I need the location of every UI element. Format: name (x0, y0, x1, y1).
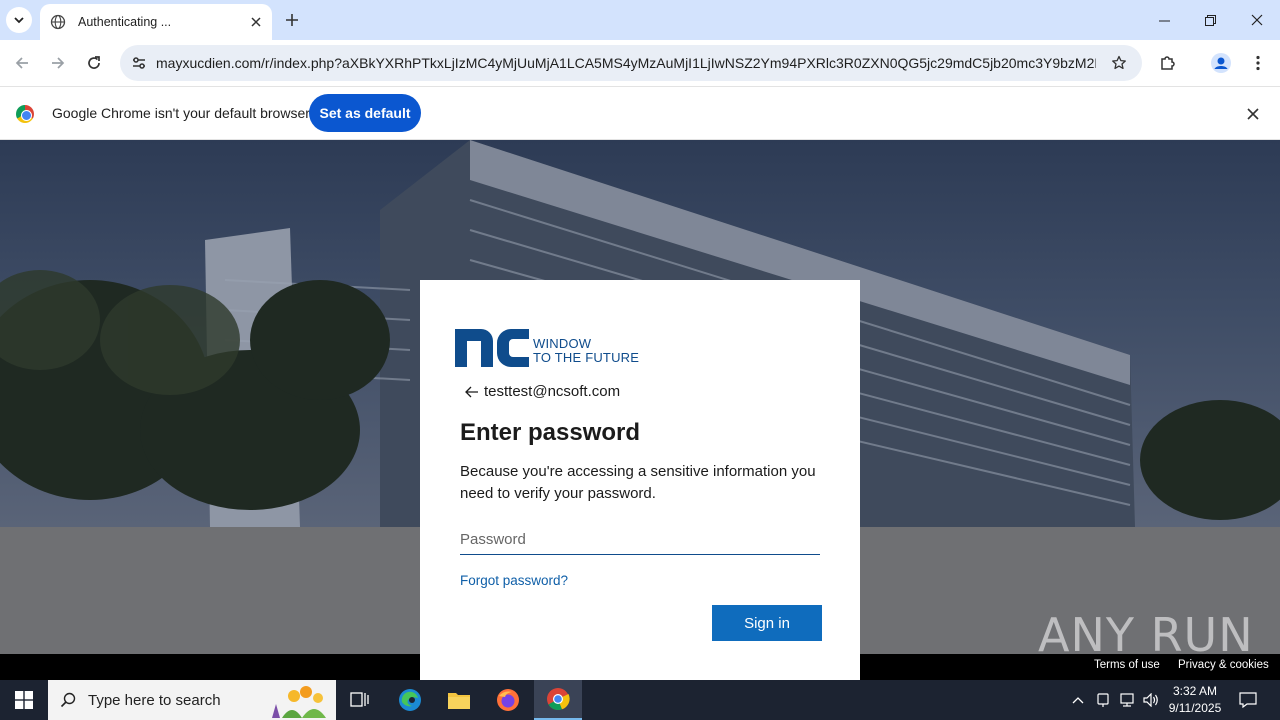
site-info-button[interactable] (122, 48, 156, 78)
default-browser-infobar: Google Chrome isn't your default browser… (0, 86, 1280, 140)
minimize-icon (1158, 20, 1170, 21)
clock-time: 3:32 AM (1172, 684, 1218, 698)
arrow-left-icon (15, 57, 28, 69)
logo-tagline-line2: TO THE FUTURE (533, 350, 640, 365)
infobar-message: Google Chrome isn't your default browser (52, 105, 310, 121)
extensions-button[interactable] (1155, 50, 1181, 76)
taskbar-search-box[interactable]: Type here to search (48, 680, 336, 720)
person-icon (1211, 53, 1231, 73)
logo-tagline-line1: WINDOW (533, 336, 592, 351)
forgot-password-link[interactable]: Forgot password? (460, 573, 568, 588)
nc-logo-icon (455, 329, 529, 367)
bookmark-button[interactable] (1110, 54, 1128, 72)
globe-icon (50, 14, 66, 30)
tray-volume-icon[interactable] (1140, 680, 1162, 720)
arrow-right-icon (52, 57, 65, 69)
minimize-button[interactable] (1141, 0, 1187, 40)
chrome-taskbar-button[interactable] (534, 680, 582, 720)
reload-button[interactable] (81, 50, 107, 76)
close-icon (1247, 108, 1259, 120)
tab-strip: Authenticating ... (0, 0, 1280, 40)
tray-network-icon[interactable] (1116, 680, 1138, 720)
chevron-up-icon (1072, 697, 1084, 704)
close-icon (1251, 14, 1263, 26)
browser-toolbar: mayxucdien.com/r/index.php?aXBkYXRhPTkxL… (0, 40, 1280, 86)
back-button[interactable] (9, 50, 35, 76)
start-button[interactable] (0, 680, 48, 720)
firefox-icon (497, 689, 519, 711)
task-view-icon (350, 692, 369, 707)
firefox-taskbar-button[interactable] (484, 680, 532, 720)
restore-button[interactable] (1187, 0, 1233, 40)
tray-device-icon[interactable] (1093, 680, 1113, 720)
usb-device-icon (1097, 693, 1109, 707)
tab-close-button[interactable] (246, 12, 266, 32)
close-icon (251, 17, 261, 27)
forward-button[interactable] (45, 50, 71, 76)
url-text[interactable]: mayxucdien.com/r/index.php?aXBkYXRhPTkxL… (156, 55, 1096, 71)
notifications-button[interactable] (1234, 680, 1262, 720)
profile-button[interactable] (1208, 50, 1234, 76)
address-bar[interactable]: mayxucdien.com/r/index.php?aXBkYXRhPTkxL… (120, 45, 1142, 81)
sign-in-button[interactable]: Sign in (712, 605, 822, 641)
page-description: Because you're accessing a sensitive inf… (460, 463, 816, 502)
puzzle-icon (1161, 56, 1175, 70)
set-as-default-button[interactable]: Set as default (309, 94, 421, 132)
new-tab-button[interactable] (280, 8, 304, 32)
infobar-close-button[interactable] (1244, 105, 1262, 123)
taskbar-search-placeholder: Type here to search (88, 691, 221, 709)
windows-taskbar: Type here to search 3:32 AM 9/11/2025 (0, 680, 1280, 720)
tune-icon (133, 57, 145, 69)
tab-title: Authenticating ... (78, 15, 172, 29)
plus-icon (286, 14, 298, 26)
menu-button[interactable] (1245, 50, 1271, 76)
password-input[interactable] (460, 524, 820, 555)
star-icon (1112, 55, 1126, 70)
chrome-icon (547, 688, 570, 711)
chevron-down-icon (14, 17, 24, 24)
windows-logo-icon (15, 691, 33, 709)
identity-email: testtest@ncsoft.com (484, 383, 621, 400)
arrow-left-icon (464, 384, 480, 400)
login-card: WINDOW TO THE FUTURE testtest@ncsoft.com… (420, 280, 860, 680)
tab-search-button[interactable] (6, 7, 32, 33)
reload-icon (88, 56, 100, 69)
search-icon (48, 680, 88, 720)
logo-tagline: WINDOW TO THE FUTURE (533, 337, 639, 365)
edge-taskbar-button[interactable] (386, 680, 434, 720)
restore-icon (1204, 14, 1216, 26)
folder-icon (448, 693, 470, 709)
page-title: Enter password (460, 419, 641, 446)
kebab-icon (1256, 55, 1260, 71)
ncsoft-logo: WINDOW TO THE FUTURE (455, 325, 645, 367)
task-view-button[interactable] (336, 680, 384, 720)
anyrun-watermark: ANY RUN (1038, 608, 1254, 662)
file-explorer-button[interactable] (435, 680, 483, 720)
chrome-logo-icon (16, 105, 34, 123)
page-viewport: Terms of use Privacy & cookies ANY RUN W… (0, 140, 1280, 680)
tray-overflow-button[interactable] (1068, 680, 1088, 720)
edge-icon (399, 689, 421, 711)
flowers-decoration-icon (272, 686, 326, 718)
network-icon (1120, 693, 1134, 707)
clock-date: 9/11/2025 (1168, 701, 1222, 715)
notification-icon (1239, 692, 1257, 708)
close-window-button[interactable] (1234, 0, 1280, 40)
active-tab[interactable]: Authenticating ... (40, 4, 272, 40)
identity-back-button[interactable]: testtest@ncsoft.com (464, 383, 620, 400)
taskbar-clock[interactable]: 3:32 AM 9/11/2025 (1160, 683, 1230, 717)
volume-icon (1143, 693, 1158, 707)
